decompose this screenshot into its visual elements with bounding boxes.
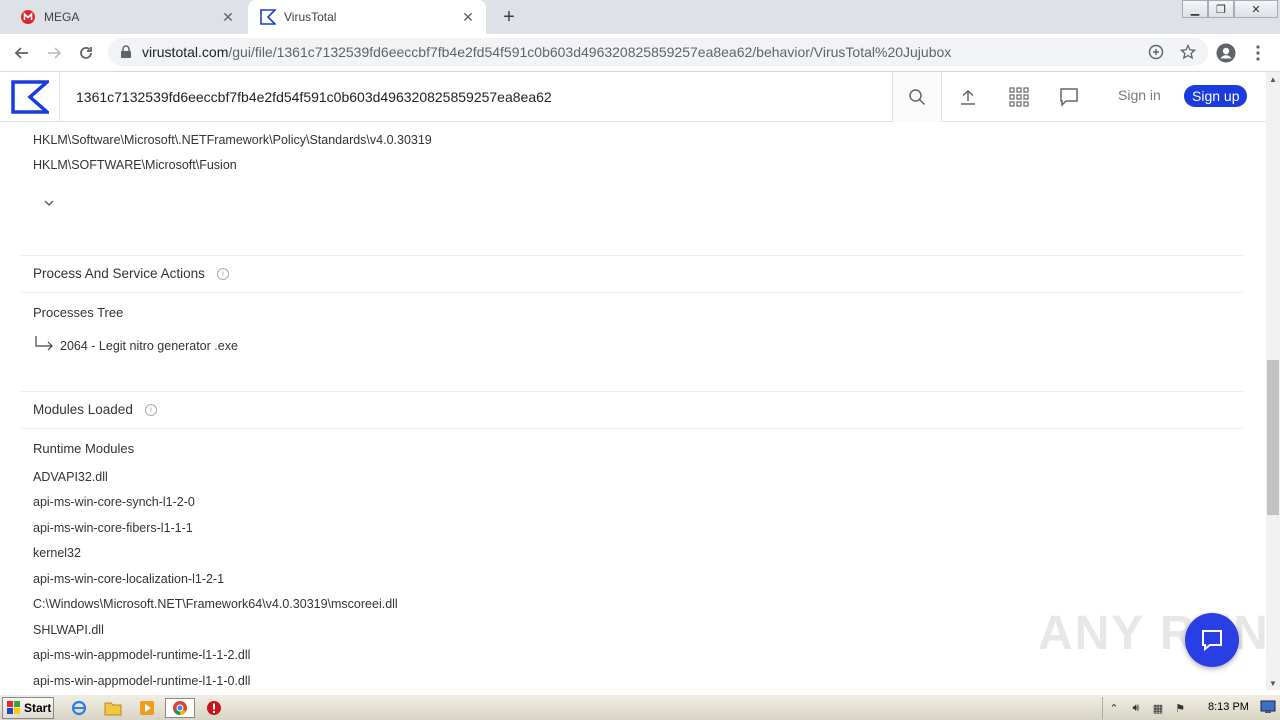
url-host: virustotal.com (142, 44, 229, 60)
chat-icon[interactable] (1057, 85, 1081, 109)
url-text: virustotal.com/gui/file/1361c7132539fd6e… (142, 44, 1144, 60)
info-icon[interactable]: i (216, 267, 229, 280)
address-bar[interactable]: virustotal.com/gui/file/1361c7132539fd6e… (108, 38, 1208, 66)
url-path: /gui/file/1361c7132539fd6eeccbf7fb4e2fd5… (228, 44, 952, 60)
volume-icon[interactable]: 🔊︎ (1125, 699, 1147, 717)
ie-icon[interactable] (68, 698, 90, 718)
system-tray: ⌃ 🔊︎ ▦ ⚑ (1102, 697, 1278, 719)
divider (21, 292, 1243, 293)
runtime-modules-title: Runtime Modules (33, 441, 135, 456)
sign-in-link[interactable]: Sign in (1118, 87, 1161, 103)
chevron-down-icon[interactable] (43, 194, 55, 212)
search-icon[interactable] (892, 72, 942, 122)
network-icon[interactable]: ▦ (1147, 699, 1169, 717)
restore-icon[interactable]: ❐ (1208, 0, 1234, 18)
chrome-icon[interactable] (165, 698, 195, 718)
divider (21, 255, 1243, 256)
sign-up-button[interactable]: Sign up (1184, 85, 1248, 107)
screen: MEGA ✕ VirusTotal ✕ + ▁ ❐ ✕ virustotal.c… (0, 0, 1280, 720)
windows-taskbar: Start ⌃ 🔊︎ ▦ ⚑ 8:13 PM (0, 694, 1280, 720)
info-icon[interactable]: i (144, 403, 157, 416)
tab-virustotal[interactable]: VirusTotal ✕ (248, 0, 486, 34)
scroll-up-icon[interactable]: ▲ (1266, 72, 1280, 86)
module-item: api-ms-win-appmodel-runtime-l1-1-0.dll (33, 674, 251, 688)
search-input[interactable] (76, 89, 876, 105)
section-title-text: Process And Service Actions (33, 266, 205, 281)
stop-icon[interactable] (203, 698, 225, 718)
browser-toolbar: virustotal.com/gui/file/1361c7132539fd6e… (0, 34, 1280, 72)
tray-expand-icon[interactable]: ⌃ (1103, 699, 1125, 717)
kebab-menu-icon[interactable] (1248, 41, 1268, 65)
virustotal-icon (260, 9, 276, 25)
minimize-icon[interactable]: ▁ (1182, 0, 1208, 18)
divider (21, 428, 1243, 429)
taskbar-clock: 8:13 PM (1208, 701, 1249, 713)
back-icon[interactable] (10, 41, 34, 65)
lock-icon (120, 45, 134, 59)
chat-bubble-button[interactable] (1185, 613, 1239, 667)
registry-key: HKLM\Software\Microsoft\.NETFramework\Po… (33, 133, 432, 147)
module-item: ADVAPI32.dll (33, 470, 108, 484)
mega-icon (20, 9, 36, 25)
action-center-flag-icon[interactable]: ⚑ (1169, 699, 1191, 717)
divider (21, 391, 1243, 392)
module-item: SHLWAPI.dll (33, 623, 104, 637)
start-button[interactable]: Start (2, 697, 54, 719)
section-title-text: Modules Loaded (33, 402, 133, 417)
vt-header: Sign in Sign up (0, 72, 1266, 122)
module-item: api-ms-win-appmodel-runtime-l1-1-2.dll (33, 648, 251, 662)
search-bar (60, 72, 892, 122)
windows-logo-icon (7, 701, 20, 714)
media-player-icon[interactable] (136, 698, 158, 718)
module-item: C:\Windows\Microsoft.NET\Framework64\v4.… (33, 597, 398, 611)
tab-label: MEGA (44, 10, 80, 24)
tree-branch-icon (34, 335, 54, 356)
close-icon[interactable]: ✕ (458, 7, 478, 27)
forward-icon[interactable] (42, 41, 66, 65)
star-icon[interactable] (1176, 40, 1200, 64)
processes-tree-title: Processes Tree (33, 305, 124, 320)
add-icon[interactable] (1144, 40, 1168, 64)
module-item: api-ms-win-core-fibers-l1-1-1 (33, 521, 193, 535)
window-controls: ▁ ❐ ✕ (1182, 0, 1278, 18)
reload-icon[interactable] (74, 41, 98, 65)
module-item: api-ms-win-core-localization-l1-2-1 (33, 572, 225, 586)
apps-grid-icon[interactable] (1007, 85, 1031, 109)
folder-icon[interactable] (102, 698, 124, 718)
start-label: Start (24, 701, 52, 715)
module-item: api-ms-win-core-synch-l1-2-0 (33, 495, 195, 509)
scrollbar-thumb[interactable] (1267, 360, 1279, 515)
process-tree-item[interactable]: 2064 - Legit nitro generator .exe (60, 339, 238, 353)
browser-tab-strip: MEGA ✕ VirusTotal ✕ + ▁ ❐ ✕ (0, 0, 1280, 34)
tab-label: VirusTotal (284, 10, 337, 24)
show-desktop-icon[interactable] (1260, 700, 1276, 719)
upload-icon[interactable] (956, 85, 980, 109)
tab-mega[interactable]: MEGA ✕ (8, 0, 246, 34)
profile-icon[interactable] (1214, 41, 1238, 65)
module-item: kernel32 (33, 546, 81, 560)
behavior-content: HKLM\Software\Microsoft\.NETFramework\Po… (0, 122, 1266, 690)
close-icon[interactable]: ✕ (218, 7, 238, 27)
window-close-icon[interactable]: ✕ (1234, 0, 1278, 18)
virustotal-logo-icon[interactable] (0, 72, 60, 122)
page-scrollbar[interactable]: ▲ ▼ (1266, 72, 1280, 690)
section-title-modules-loaded: Modules Loaded i (33, 402, 157, 417)
new-tab-button[interactable]: + (498, 6, 520, 28)
scroll-down-icon[interactable]: ▼ (1266, 676, 1280, 690)
registry-key: HKLM\SOFTWARE\Microsoft\Fusion (33, 158, 237, 172)
section-title-process-actions: Process And Service Actions i (33, 266, 229, 281)
